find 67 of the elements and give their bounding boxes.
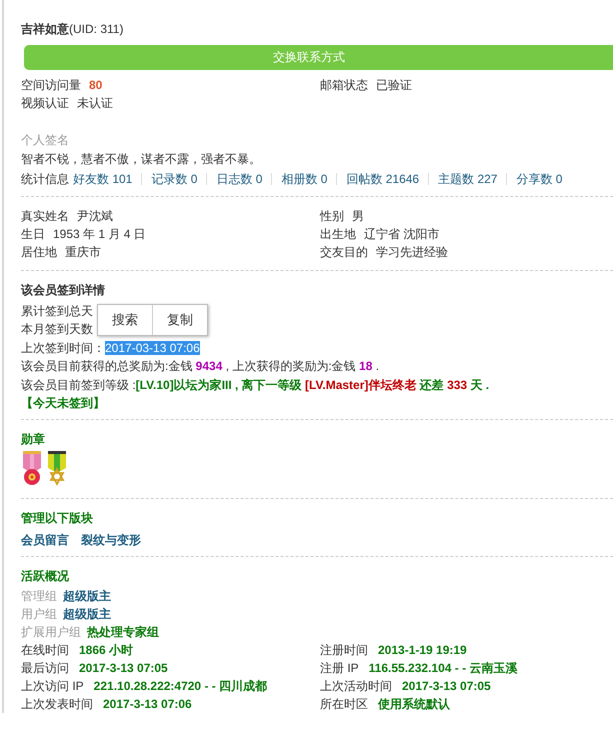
checkin-line: 本月签到天数 [21, 321, 93, 338]
checkin-line: 该会员目前签到等级 :[LV.10]以坛为家III , 离下一等级 [LV.Master]伴坛终老 还差 333 天 . [21, 376, 490, 394]
field-value: 80 [89, 77, 102, 94]
section-heading: 该会员签到详情 [21, 282, 106, 299]
section-heading: 活跃概况 [21, 568, 70, 586]
field-label: 居住地 [21, 244, 57, 261]
group-link[interactable]: 超级版主 [63, 587, 111, 606]
field-label: 扩展用户组 [21, 624, 81, 642]
stats-link[interactable]: 好友数 101 [69, 173, 142, 185]
field-value: 男 [352, 208, 364, 225]
field-value: 2017-3-13 07:06 [103, 696, 192, 714]
field-label: 视频认证 [21, 95, 69, 112]
field-value: 已验证 [376, 77, 412, 94]
stats-link[interactable]: 相册数 0 [271, 173, 336, 185]
board-link[interactable]: 裂纹与变形 [81, 530, 141, 550]
checkin-line: 累计签到总天 [21, 303, 93, 320]
section-heading: 勋章 [21, 431, 46, 448]
field-label: 出生地 [320, 226, 356, 243]
field-label: 上次发表时间 [21, 696, 93, 714]
field-value: 未认证 [77, 95, 113, 112]
field-value: 重庆市 [65, 244, 101, 261]
field-label: 性别 [320, 208, 344, 225]
field-label: 注册时间 [320, 642, 368, 660]
field-value: 1866 小时 [79, 642, 134, 660]
field-value: 学习先进经验 [376, 244, 448, 261]
stats-link[interactable]: 日志数 0 [206, 173, 272, 185]
field-value: 2017-3-13 07:05 [79, 660, 168, 678]
stats-link[interactable]: 主题数 227 [428, 173, 506, 185]
stats-label: 统计信息 [21, 171, 69, 188]
field-value: 2013-1-19 19:19 [378, 642, 467, 660]
field-value: 使用系统默认 [378, 696, 450, 714]
field-label: 邮箱状态 [320, 77, 368, 94]
field-value: 辽宁省 沈阳市 [364, 226, 440, 243]
field-label: 生日 [21, 226, 45, 243]
stats-link[interactable]: 分享数 0 [506, 173, 572, 185]
field-value: 1953 年 1 月 4 日 [53, 226, 146, 243]
board-link[interactable]: 会员留言 [21, 530, 69, 550]
group-link[interactable]: 超级版主 [63, 605, 111, 624]
section-heading: 管理以下版块 [21, 510, 94, 528]
signature-heading: 个人签名 [21, 132, 70, 149]
field-label: 在线时间 [21, 642, 69, 660]
field-label: 用户组 [21, 606, 57, 624]
field-value: 尹沈斌 [77, 208, 113, 225]
menu-item[interactable]: 搜索 [98, 305, 152, 335]
field-value: 2017-3-13 07:05 [402, 678, 491, 696]
field-label: 管理组 [21, 588, 57, 606]
field-label: 上次访问 IP [21, 678, 84, 696]
star-medal-icon [46, 451, 68, 486]
menu-item[interactable]: 复制 [152, 305, 207, 335]
field-label: 最后访问 [21, 660, 69, 678]
flower-medal-icon [21, 451, 43, 486]
field-value: 221.10.28.222:4720 - - 四川成都 [94, 678, 268, 696]
checkin-line: 该会员目前获得的总奖励为:金钱 9434 , 上次获得的奖励为:金钱 18 . [21, 358, 380, 376]
field-value: 116.55.232.104 - - 云南玉溪 [368, 660, 518, 678]
checkin-line: 上次签到时间：2017-03-13 07:06 [21, 340, 200, 357]
checkin-line: 【今天未签到】 [21, 395, 105, 412]
field-label: 所在时区 [320, 696, 368, 714]
stats-link[interactable]: 记录数 0 [141, 173, 206, 185]
signature-text: 智者不锐，慧者不傲，谋者不露，强者不暴。 [21, 151, 262, 168]
field-label: 真实姓名 [21, 208, 69, 225]
field-value: 热处理专家组 [87, 624, 159, 642]
field-label: 空间访问量 [21, 77, 81, 94]
field-label: 注册 IP [320, 660, 359, 678]
field-label: 交友目的 [320, 244, 368, 261]
user-name: 吉祥如意(UID: 311) [21, 21, 124, 38]
field-label: 上次活动时间 [320, 678, 392, 696]
stats-link[interactable]: 回帖数 21646 [336, 173, 428, 185]
